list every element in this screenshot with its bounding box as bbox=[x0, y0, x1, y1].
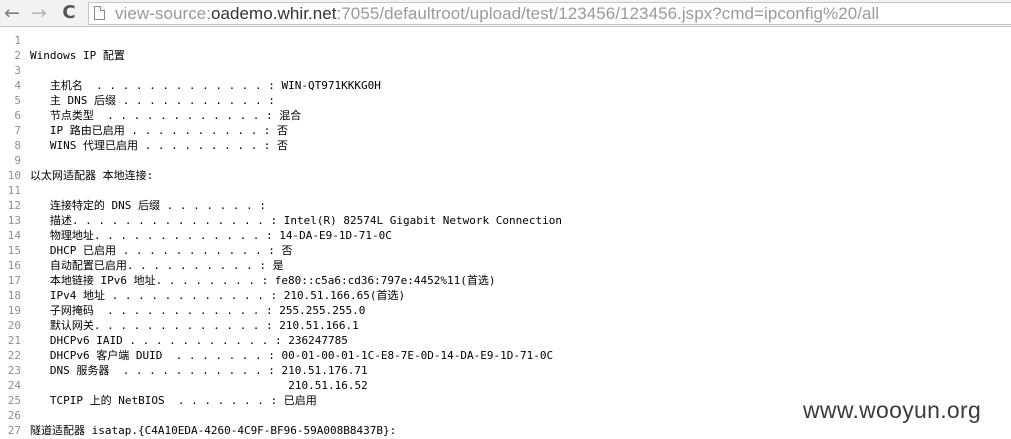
source-line: 19 子网掩码 . . . . . . . . . . . . : 255.25… bbox=[0, 303, 1011, 318]
source-line: 14 物理地址. . . . . . . . . . . . . : 14-DA… bbox=[0, 228, 1011, 243]
back-arrow-icon[interactable]: ← bbox=[0, 1, 24, 25]
line-number: 20 bbox=[7, 319, 21, 332]
line-text: DHCP 已启用 . . . . . . . . . . . : 否 bbox=[30, 244, 293, 257]
browser-toolbar: ← → C view-source:oademo.whir.net:7055/d… bbox=[0, 0, 1011, 27]
source-line: 23 DNS 服务器 . . . . . . . . . . . : 210.5… bbox=[0, 363, 1011, 378]
source-line: 11 bbox=[0, 183, 1011, 198]
line-number: 24 bbox=[7, 379, 21, 392]
line-text: 描述. . . . . . . . . . . . . . . : Intel(… bbox=[30, 214, 562, 227]
line-text: 主机名 . . . . . . . . . . . . . : WIN-QT97… bbox=[30, 79, 381, 92]
line-number: 21 bbox=[7, 334, 21, 347]
source-line: 8 WINS 代理已启用 . . . . . . . . . : 否 bbox=[0, 138, 1011, 153]
watermark: www.wooyun.org bbox=[803, 397, 982, 423]
source-line: 1 bbox=[0, 33, 1011, 48]
address-url[interactable]: view-source:oademo.whir.net:7055/default… bbox=[115, 3, 879, 24]
line-number: 1 bbox=[14, 34, 21, 47]
line-text: 子网掩码 . . . . . . . . . . . . : 255.255.2… bbox=[30, 304, 366, 317]
line-text: WINS 代理已启用 . . . . . . . . . : 否 bbox=[30, 139, 289, 152]
source-line: 3 bbox=[0, 63, 1011, 78]
line-text: 主 DNS 后缀 . . . . . . . . . . . : bbox=[30, 94, 275, 107]
source-line: 20 默认网关. . . . . . . . . . . . . : 210.5… bbox=[0, 318, 1011, 333]
line-number: 13 bbox=[7, 214, 21, 227]
line-number: 26 bbox=[7, 409, 21, 422]
line-number: 27 bbox=[7, 424, 21, 437]
source-line: 4 主机名 . . . . . . . . . . . . . : WIN-QT… bbox=[0, 78, 1011, 93]
source-view: 1 2 Windows IP 配置 3 4 主机名 . . . . . . . . . … bbox=[0, 33, 1011, 438]
line-number: 9 bbox=[14, 154, 21, 167]
line-number: 2 bbox=[14, 49, 21, 62]
source-line: 7 IP 路由已启用 . . . . . . . . . . : 否 bbox=[0, 123, 1011, 138]
source-line: 15 DHCP 已启用 . . . . . . . . . . . : 否 bbox=[0, 243, 1011, 258]
line-text: DHCPv6 IAID . . . . . . . . . . . : 2362… bbox=[30, 334, 348, 347]
line-text: DHCPv6 客户端 DUID . . . . . . . : 00-01-00… bbox=[30, 349, 554, 362]
reload-icon[interactable]: C bbox=[57, 1, 81, 25]
source-line: 21 DHCPv6 IAID . . . . . . . . . . . : 2… bbox=[0, 333, 1011, 348]
line-text: IP 路由已启用 . . . . . . . . . . : 否 bbox=[30, 124, 289, 137]
line-number: 17 bbox=[7, 274, 21, 287]
line-number: 14 bbox=[7, 229, 21, 242]
address-bar[interactable]: view-source:oademo.whir.net:7055/default… bbox=[88, 2, 1011, 25]
line-number: 22 bbox=[7, 349, 21, 362]
line-number: 6 bbox=[14, 109, 21, 122]
source-line: 5 主 DNS 后缀 . . . . . . . . . . . : bbox=[0, 93, 1011, 108]
source-line: 17 本地链接 IPv6 地址. . . . . . . . : fe80::c… bbox=[0, 273, 1011, 288]
source-line: 22 DHCPv6 客户端 DUID . . . . . . . : 00-01… bbox=[0, 348, 1011, 363]
line-text: IPv4 地址 . . . . . . . . . . . . : 210.51… bbox=[30, 289, 406, 302]
line-number: 7 bbox=[14, 124, 21, 137]
line-number: 15 bbox=[7, 244, 21, 257]
line-text: TCPIP 上的 NetBIOS . . . . . . . : 已启用 bbox=[30, 394, 317, 407]
line-number: 23 bbox=[7, 364, 21, 377]
line-text: DNS 服务器 . . . . . . . . . . . : 210.51.1… bbox=[30, 364, 368, 377]
forward-arrow-icon[interactable]: → bbox=[27, 1, 51, 25]
source-line: 10 以太网适配器 本地连接: bbox=[0, 168, 1011, 183]
line-text: 自动配置已启用. . . . . . . . . . : 是 bbox=[30, 259, 284, 272]
line-number: 10 bbox=[7, 169, 21, 182]
url-scheme: view-source: bbox=[115, 4, 212, 23]
url-host: oademo.whir.net bbox=[211, 4, 337, 23]
line-text: 本地链接 IPv6 地址. . . . . . . . : fe80::c5a6… bbox=[30, 274, 496, 287]
line-number: 25 bbox=[7, 394, 21, 407]
source-line: 13 描述. . . . . . . . . . . . . . . : Int… bbox=[0, 213, 1011, 228]
source-line: 24 210.51.16.52 bbox=[0, 378, 1011, 393]
line-text: Windows IP 配置 bbox=[30, 49, 125, 62]
source-line: 12 连接特定的 DNS 后缀 . . . . . . . : bbox=[0, 198, 1011, 213]
line-number: 12 bbox=[7, 199, 21, 212]
line-text: 连接特定的 DNS 后缀 . . . . . . . : bbox=[30, 199, 266, 212]
url-path: :7055/defaultroot/upload/test/123456/123… bbox=[336, 4, 880, 23]
source-line: 18 IPv4 地址 . . . . . . . . . . . . : 210… bbox=[0, 288, 1011, 303]
source-line: 2 Windows IP 配置 bbox=[0, 48, 1011, 63]
line-number: 19 bbox=[7, 304, 21, 317]
line-text: 默认网关. . . . . . . . . . . . . : 210.51.1… bbox=[30, 319, 359, 332]
line-number: 3 bbox=[14, 64, 21, 77]
source-line: 9 bbox=[0, 153, 1011, 168]
line-text: 隧道适配器 isatap.{C4A10EDA-4260-4C9F-BF96-59… bbox=[30, 424, 397, 437]
line-text: 以太网适配器 本地连接: bbox=[30, 169, 154, 182]
line-number: 18 bbox=[7, 289, 21, 302]
source-line: 6 节点类型 . . . . . . . . . . . . : 混合 bbox=[0, 108, 1011, 123]
line-number: 16 bbox=[7, 259, 21, 272]
source-line: 27 隧道适配器 isatap.{C4A10EDA-4260-4C9F-BF96-… bbox=[0, 423, 1011, 438]
line-number: 5 bbox=[14, 94, 21, 107]
line-text: 节点类型 . . . . . . . . . . . . : 混合 bbox=[30, 109, 302, 122]
page-icon bbox=[94, 6, 105, 20]
line-number: 4 bbox=[14, 79, 21, 92]
line-text: 210.51.16.52 bbox=[30, 379, 368, 392]
source-line: 16 自动配置已启用. . . . . . . . . . : 是 bbox=[0, 258, 1011, 273]
line-number: 8 bbox=[14, 139, 21, 152]
line-text: 物理地址. . . . . . . . . . . . . : 14-DA-E9… bbox=[30, 229, 392, 242]
line-number: 11 bbox=[7, 184, 21, 197]
